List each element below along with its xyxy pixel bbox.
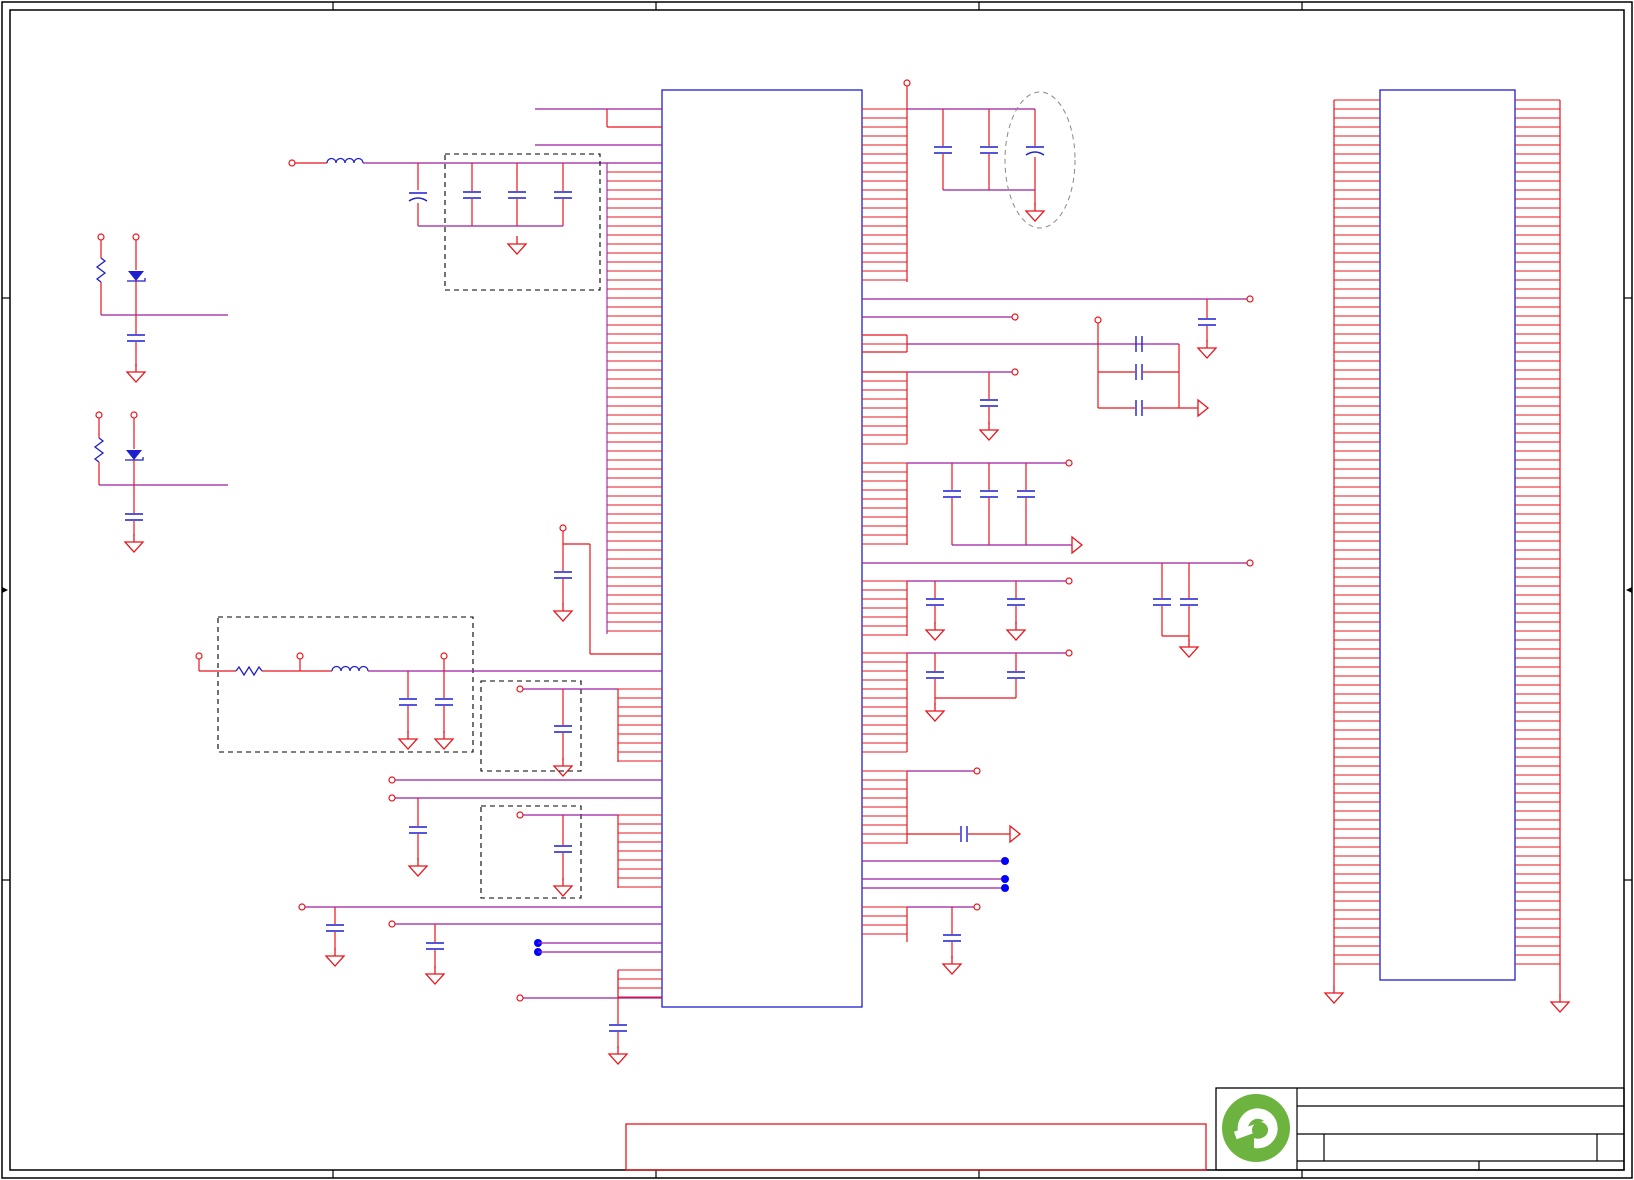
title-block bbox=[625, 1087, 1625, 1171]
main-ic-left-nets bbox=[606, 163, 619, 998]
schematic-sheet bbox=[1, 1, 1633, 1179]
bypass-cap-box-2 bbox=[480, 805, 619, 899]
reset-circuit-1 bbox=[95, 233, 228, 383]
connector-ic[interactable] bbox=[1324, 89, 1570, 1013]
inductor-input-network bbox=[288, 108, 662, 291]
connector-left-pins bbox=[1334, 99, 1380, 965]
reset-circuit-2 bbox=[93, 411, 228, 553]
connector-right-pins bbox=[1515, 99, 1560, 965]
bypass-cap-box-1 bbox=[480, 680, 619, 777]
main-ic-right-pins bbox=[862, 108, 907, 935]
main-ic-left-pins bbox=[607, 162, 662, 998]
lc-filter-network bbox=[195, 616, 662, 753]
decoupling-cap-mid-left bbox=[553, 524, 662, 655]
sheet-border bbox=[1, 1, 1633, 1179]
main-ic[interactable] bbox=[606, 89, 907, 1008]
right-top-cap-bank bbox=[903, 79, 1076, 282]
company-logo bbox=[1222, 1094, 1290, 1162]
right-mid-nets bbox=[862, 295, 1254, 975]
